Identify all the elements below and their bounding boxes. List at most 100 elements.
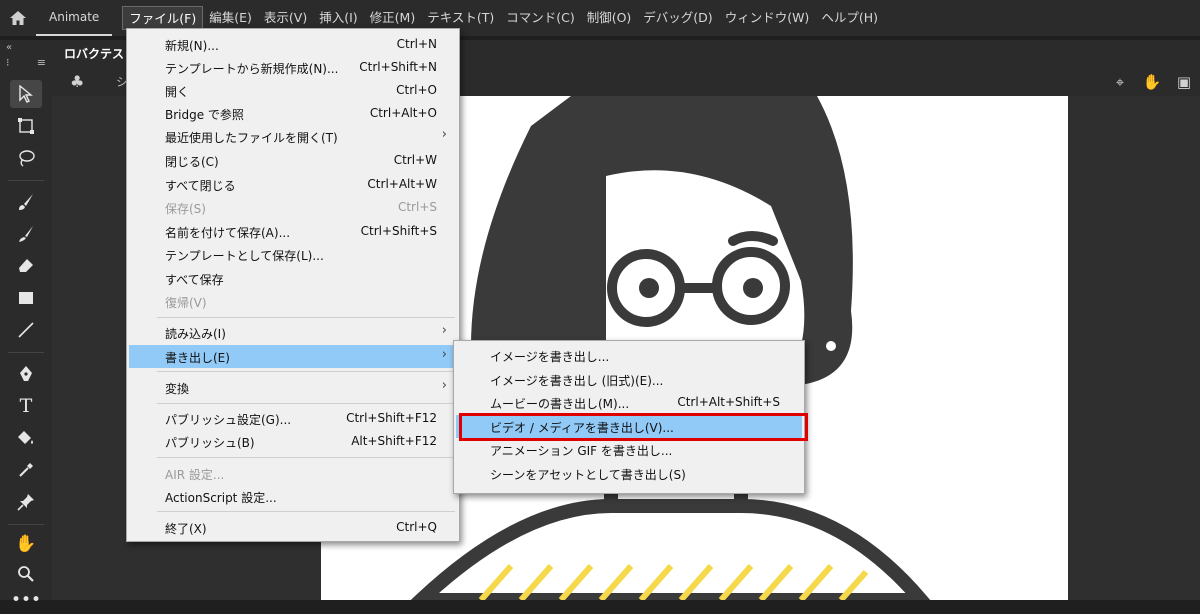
menu-item-shortcut: Ctrl+Shift+S bbox=[360, 224, 437, 238]
lasso-tool[interactable] bbox=[10, 144, 42, 172]
menu-item-shortcut: Ctrl+Shift+N bbox=[359, 60, 437, 74]
toolbar-divider bbox=[8, 352, 44, 353]
menu-publish-settings[interactable]: パブリッシュ設定(G)... Ctrl+Shift+F12 bbox=[129, 407, 457, 430]
club-scene-icon[interactable]: ♣ bbox=[70, 72, 84, 91]
menu-separator bbox=[157, 371, 455, 372]
menu-save-all[interactable]: すべて保存 bbox=[129, 267, 457, 290]
menu-text[interactable]: テキスト(T) bbox=[421, 6, 500, 30]
menu-view[interactable]: 表示(V) bbox=[258, 6, 313, 30]
menu-new-from-template[interactable]: テンプレートから新規作成(N)... Ctrl+Shift+N bbox=[129, 56, 457, 79]
free-transform-icon bbox=[18, 118, 34, 134]
menu-close-all[interactable]: すべて閉じる Ctrl+Alt+W bbox=[129, 173, 457, 196]
fluid-brush-tool[interactable] bbox=[10, 188, 42, 216]
menu-item-label: テンプレートとして保存(L)... bbox=[165, 249, 324, 263]
tools-panel: « ⁝ ≡ T ✋ ••• bbox=[0, 40, 52, 610]
menu-item-label: 保存(S) bbox=[165, 202, 206, 216]
line-tool[interactable] bbox=[10, 316, 42, 344]
menu-save: 保存(S) Ctrl+S bbox=[129, 196, 457, 219]
menu-item-shortcut: Ctrl+Alt+W bbox=[367, 177, 437, 191]
menu-publish[interactable]: パブリッシュ(B) Alt+Shift+F12 bbox=[129, 430, 457, 453]
menu-export-movie[interactable]: ムービーの書き出し(M)... Ctrl+Alt+Shift+S bbox=[456, 391, 802, 414]
menu-item-label: 新規(N)... bbox=[165, 39, 219, 53]
menu-item-label: ActionScript 設定... bbox=[165, 491, 277, 505]
hand-icon: ✋ bbox=[15, 534, 37, 554]
rectangle-tool[interactable] bbox=[10, 284, 42, 312]
menu-export-image[interactable]: イメージを書き出し... bbox=[456, 344, 802, 367]
panel-menu[interactable]: ⁝ ≡ bbox=[6, 56, 46, 69]
menu-modify[interactable]: 修正(M) bbox=[364, 6, 422, 30]
menu-edit[interactable]: 編集(E) bbox=[203, 6, 258, 30]
fluid-brush-icon bbox=[19, 194, 33, 210]
pin-tool[interactable] bbox=[10, 488, 42, 516]
toolbar-divider bbox=[8, 180, 44, 181]
menu-insert[interactable]: 挿入(I) bbox=[313, 6, 363, 30]
highlight-callout-box bbox=[459, 413, 808, 441]
menu-item-label: 変換 bbox=[165, 382, 190, 396]
menu-window[interactable]: ウィンドウ(W) bbox=[719, 6, 816, 30]
text-tool[interactable]: T bbox=[10, 392, 42, 420]
menu-new[interactable]: 新規(N)... Ctrl+N bbox=[129, 33, 457, 56]
menu-item-label: 名前を付けて保存(A)... bbox=[165, 226, 291, 240]
paint-bucket-icon bbox=[18, 431, 33, 444]
lasso-icon bbox=[19, 150, 35, 167]
more-tools-button[interactable]: ••• bbox=[10, 586, 42, 614]
menu-close[interactable]: 閉じる(C) Ctrl+W bbox=[129, 149, 457, 172]
menu-item-shortcut: Ctrl+Q bbox=[396, 520, 437, 534]
submenu-arrow-icon: › bbox=[441, 127, 447, 142]
home-icon bbox=[10, 11, 26, 25]
menu-commands[interactable]: コマンド(C) bbox=[500, 6, 580, 30]
collapse-panel-icon[interactable]: « bbox=[6, 42, 12, 53]
eyedropper-tool[interactable] bbox=[10, 456, 42, 484]
menu-actionscript-settings[interactable]: ActionScript 設定... bbox=[129, 485, 457, 508]
menu-item-label: イメージを書き出し... bbox=[490, 350, 610, 364]
menu-export-animated-gif[interactable]: アニメーション GIF を書き出し... bbox=[456, 438, 802, 461]
menu-save-as[interactable]: 名前を付けて保存(A)... Ctrl+Shift+S bbox=[129, 220, 457, 243]
menu-save-as-template[interactable]: テンプレートとして保存(L)... bbox=[129, 243, 457, 266]
menu-item-shortcut: Ctrl+N bbox=[396, 37, 437, 51]
zoom-tool[interactable] bbox=[10, 560, 42, 588]
menu-separator bbox=[157, 317, 455, 318]
menu-item-label: 終了(X) bbox=[165, 522, 207, 536]
menu-item-label: 書き出し(E) bbox=[165, 351, 230, 365]
rectangle-icon bbox=[19, 292, 33, 304]
menu-export-scene-as-asset[interactable]: シーンをアセットとして書き出し(S) bbox=[456, 462, 802, 485]
menu-exit[interactable]: 終了(X) Ctrl+Q bbox=[129, 516, 457, 539]
app-name-tab[interactable]: Animate bbox=[36, 0, 113, 36]
menu-file[interactable]: ファイル(F) bbox=[122, 6, 204, 30]
crosshair-icon[interactable]: ⌖ bbox=[1104, 73, 1136, 91]
menu-item-shortcut: Alt+Shift+F12 bbox=[351, 434, 437, 448]
free-transform-tool[interactable] bbox=[10, 112, 42, 140]
home-button[interactable] bbox=[0, 0, 36, 36]
menu-import[interactable]: 読み込み(I) › bbox=[129, 321, 457, 344]
menu-item-label: イメージを書き出し (旧式)(E)... bbox=[490, 374, 664, 388]
pen-tool[interactable] bbox=[10, 360, 42, 388]
menu-item-label: ムービーの書き出し(M)... bbox=[490, 397, 630, 411]
paint-brush-tool[interactable] bbox=[10, 220, 42, 248]
menu-help[interactable]: ヘルプ(H) bbox=[815, 6, 884, 30]
menu-item-label: 開く bbox=[165, 85, 190, 99]
menu-export[interactable]: 書き出し(E) › bbox=[129, 345, 457, 368]
menu-item-shortcut: Ctrl+Alt+Shift+S bbox=[677, 395, 780, 409]
menu-debug[interactable]: デバッグ(D) bbox=[637, 6, 718, 30]
menu-export-image-legacy[interactable]: イメージを書き出し (旧式)(E)... bbox=[456, 368, 802, 391]
menu-item-label: パブリッシュ(B) bbox=[165, 436, 255, 450]
menu-item-label: すべて閉じる bbox=[165, 179, 236, 193]
selection-tool[interactable] bbox=[10, 80, 42, 108]
selection-arrow-icon bbox=[19, 85, 33, 103]
menu-item-label: すべて保存 bbox=[165, 273, 224, 287]
menu-control[interactable]: 制御(O) bbox=[581, 6, 638, 30]
menu-separator bbox=[157, 457, 455, 458]
menu-open[interactable]: 開く Ctrl+O bbox=[129, 79, 457, 102]
clip-icon[interactable]: ▣ bbox=[1168, 73, 1200, 91]
menu-separator bbox=[157, 511, 455, 512]
toolbar-divider bbox=[8, 524, 44, 525]
hand-tool[interactable]: ✋ bbox=[10, 530, 42, 558]
magnifier-icon bbox=[18, 566, 34, 582]
eraser-tool[interactable] bbox=[10, 252, 42, 280]
paint-bucket-tool[interactable] bbox=[10, 424, 42, 452]
rotate-hand-icon[interactable]: ✋ bbox=[1136, 73, 1168, 91]
menu-browse-in-bridge[interactable]: Bridge で参照 Ctrl+Alt+O bbox=[129, 102, 457, 125]
menu-item-label: テンプレートから新規作成(N)... bbox=[165, 62, 339, 76]
menu-convert[interactable]: 変換 › bbox=[129, 376, 457, 399]
menu-open-recent[interactable]: 最近使用したファイルを開く(T) › bbox=[129, 125, 457, 148]
